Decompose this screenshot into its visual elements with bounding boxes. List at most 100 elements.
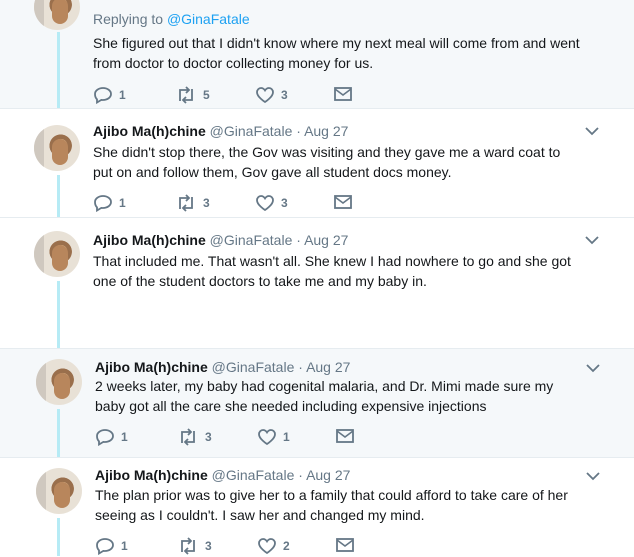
message-button[interactable]: [335, 428, 355, 444]
tweet-text: She figured out that I didn't know where…: [93, 33, 583, 73]
tweet[interactable]: Ajibo Ma(h)chine @GinaFatale · Aug 27 Sh…: [0, 109, 634, 217]
author-handle[interactable]: @GinaFatale: [210, 232, 293, 248]
tweet-date[interactable]: Aug 27: [304, 232, 348, 248]
like-button[interactable]: 1: [257, 428, 290, 446]
reply-button[interactable]: 1: [93, 86, 126, 104]
author-name[interactable]: Ajibo Ma(h)chine: [93, 123, 206, 139]
avatar[interactable]: [36, 468, 82, 514]
chevron-down-icon[interactable]: [584, 469, 602, 483]
tweet-text-line: She didn't stop there, the Gov was visit…: [93, 144, 561, 160]
avatar[interactable]: [36, 359, 82, 405]
envelope-icon: [334, 195, 352, 209]
thread-line: [57, 518, 60, 556]
tweet-date[interactable]: Aug 27: [304, 123, 348, 139]
thread-line: [57, 175, 60, 217]
retweet-icon: [181, 428, 195, 446]
thread-line: [57, 32, 60, 108]
like-count: 3: [281, 196, 288, 210]
reply-button[interactable]: 1: [95, 428, 128, 446]
retweet-icon: [179, 86, 193, 104]
tweet-header: Ajibo Ma(h)chine @GinaFatale · Aug 27: [95, 359, 350, 375]
tweet[interactable]: Ajibo Ma(h)chine @GinaFatale · Aug 27 Th…: [0, 218, 634, 348]
thread-line: [57, 281, 60, 348]
replying-label: Replying to: [93, 11, 167, 27]
reply-count: 1: [119, 88, 126, 102]
retweet-button[interactable]: 3: [177, 428, 212, 446]
dot-separator: ·: [296, 123, 301, 139]
retweet-icon: [179, 194, 193, 212]
replying-handle-link[interactable]: @GinaFatale: [167, 11, 250, 27]
tweet-text-line: seeing as I couldn't. I saw her and chan…: [95, 507, 425, 523]
author-handle[interactable]: @GinaFatale: [210, 123, 293, 139]
tweet-text: 2 weeks later, my baby had cogenital mal…: [95, 376, 585, 416]
tweet-text: That included me. That wasn't all. She k…: [93, 251, 583, 291]
reply-icon: [94, 195, 112, 212]
author-handle[interactable]: @GinaFatale: [212, 467, 295, 483]
chevron-down-icon[interactable]: [584, 361, 602, 375]
author-name[interactable]: Ajibo Ma(h)chine: [95, 359, 208, 375]
retweet-button[interactable]: 5: [175, 86, 210, 104]
like-count: 1: [283, 430, 290, 444]
reply-button[interactable]: 1: [95, 537, 128, 555]
message-button[interactable]: [335, 537, 355, 553]
author-name[interactable]: Ajibo Ma(h)chine: [93, 232, 206, 248]
tweet[interactable]: Replying to @GinaFatale She figured out …: [0, 0, 634, 108]
replying-to: Replying to @GinaFatale: [93, 11, 250, 27]
envelope-icon: [334, 87, 352, 101]
reply-button[interactable]: 1: [93, 194, 126, 212]
reply-icon: [96, 429, 114, 446]
tweet-header: Ajibo Ma(h)chine @GinaFatale · Aug 27: [93, 232, 348, 248]
retweet-count: 3: [203, 196, 210, 210]
tweet-text-line: one of the student doctors to take me an…: [93, 273, 427, 289]
heart-icon: [256, 195, 274, 212]
retweet-count: 3: [205, 430, 212, 444]
avatar[interactable]: [34, 231, 80, 277]
retweet-icon: [181, 537, 195, 555]
message-button[interactable]: [333, 194, 353, 210]
like-button[interactable]: 3: [255, 86, 288, 104]
envelope-icon: [336, 429, 354, 443]
tweet-text-line: The plan prior was to give her to a fami…: [95, 487, 568, 503]
tweet-text-line: That included me. That wasn't all. She k…: [93, 253, 571, 269]
tweet-text: She didn't stop there, the Gov was visit…: [93, 142, 583, 182]
like-count: 2: [283, 539, 290, 553]
chevron-down-icon[interactable]: [583, 233, 601, 247]
heart-icon: [258, 538, 276, 555]
reply-count: 1: [121, 539, 128, 553]
tweet-text-line: She figured out that I didn't know where…: [93, 35, 580, 51]
avatar[interactable]: [34, 125, 80, 171]
tweet[interactable]: Ajibo Ma(h)chine @GinaFatale · Aug 27 2 …: [0, 349, 634, 457]
dot-separator: ·: [298, 467, 303, 483]
author-name[interactable]: Ajibo Ma(h)chine: [95, 467, 208, 483]
author-handle[interactable]: @GinaFatale: [212, 359, 295, 375]
tweet-text-line: 2 weeks later, my baby had cogenital mal…: [95, 378, 554, 394]
heart-icon: [256, 87, 274, 104]
like-button[interactable]: 2: [257, 537, 290, 555]
like-count: 3: [281, 88, 288, 102]
retweet-button[interactable]: 3: [175, 194, 210, 212]
thread-line: [57, 409, 60, 457]
message-button[interactable]: [333, 86, 353, 102]
dot-separator: ·: [298, 359, 303, 375]
heart-icon: [258, 429, 276, 446]
dot-separator: ·: [296, 232, 301, 248]
envelope-icon: [336, 538, 354, 552]
tweet-text: The plan prior was to give her to a fami…: [95, 485, 615, 525]
retweet-count: 3: [205, 539, 212, 553]
tweet-date[interactable]: Aug 27: [306, 359, 350, 375]
avatar[interactable]: [34, 0, 80, 30]
tweet-text-line: from doctor to doctor collecting money f…: [93, 55, 374, 71]
retweet-button[interactable]: 3: [177, 537, 212, 555]
chevron-down-icon[interactable]: [583, 124, 601, 138]
reply-icon: [96, 538, 114, 555]
reply-count: 1: [121, 430, 128, 444]
reply-icon: [94, 87, 112, 104]
tweet-date[interactable]: Aug 27: [306, 467, 350, 483]
tweet[interactable]: Ajibo Ma(h)chine @GinaFatale · Aug 27 Th…: [0, 458, 634, 556]
tweet-header: Ajibo Ma(h)chine @GinaFatale · Aug 27: [93, 123, 348, 139]
like-button[interactable]: 3: [255, 194, 288, 212]
tweet-text-line: baby got all the care she needed includi…: [95, 398, 487, 414]
tweet-header: Ajibo Ma(h)chine @GinaFatale · Aug 27: [95, 467, 350, 483]
tweet-text-line: put on and follow them, Gov gave all stu…: [93, 164, 452, 180]
retweet-count: 5: [203, 88, 210, 102]
